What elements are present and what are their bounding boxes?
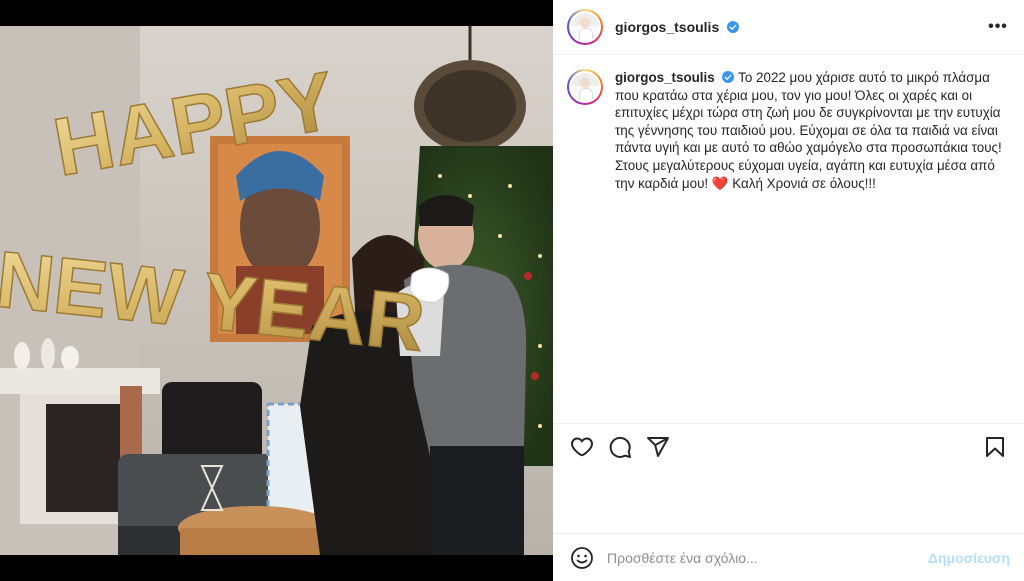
post-comment-button[interactable]: Δημοσίευση	[928, 550, 1010, 566]
post-header: giorgos_tsoulis •••	[553, 0, 1024, 55]
instagram-post-modal: HAPPY NEW YEAR giorgos_tsoulis ••• giorg…	[0, 0, 1024, 581]
post-side-panel: giorgos_tsoulis ••• giorgos_tsoulis Το 2…	[553, 0, 1024, 581]
save-button[interactable]	[980, 432, 1010, 462]
verified-badge-icon	[722, 71, 735, 83]
caption-author-avatar[interactable]	[567, 69, 603, 105]
author-username-text[interactable]: giorgos_tsoulis	[615, 19, 719, 35]
caption-username[interactable]: giorgos_tsoulis	[615, 70, 715, 85]
author-username[interactable]: giorgos_tsoulis	[615, 19, 740, 35]
caption-text: Το 2022 μου χάρισε αυτό το μικρό πλάσμα …	[615, 70, 1002, 191]
post-media[interactable]: HAPPY NEW YEAR	[0, 0, 553, 581]
comment-button[interactable]	[605, 432, 635, 462]
emoji-button[interactable]	[569, 545, 595, 571]
share-icon	[647, 437, 669, 457]
photo-illustration: HAPPY NEW YEAR	[0, 26, 553, 555]
verified-badge-icon	[727, 21, 740, 33]
comments-area: giorgos_tsoulis Το 2022 μου χάρισε αυτό …	[553, 55, 1024, 423]
comment-input[interactable]	[607, 549, 928, 566]
likes-area	[553, 470, 1024, 533]
heart-icon	[570, 437, 594, 457]
caption-tail: Καλή Χρονιά σε όλους!!!	[728, 175, 876, 191]
bookmark-icon	[986, 437, 1004, 457]
post-photo: HAPPY NEW YEAR	[0, 26, 553, 555]
like-button[interactable]	[567, 432, 597, 462]
author-avatar[interactable]	[567, 9, 603, 45]
emoji-icon	[571, 546, 593, 569]
more-options-icon[interactable]: •••	[986, 15, 1010, 39]
heart-emoji: ❤️	[711, 175, 729, 191]
post-caption: giorgos_tsoulis Το 2022 μου χάρισε αυτό …	[615, 69, 1010, 423]
comment-icon	[609, 436, 631, 458]
share-button[interactable]	[643, 432, 673, 462]
comment-composer: Δημοσίευση	[553, 533, 1024, 581]
post-actions	[553, 423, 1024, 470]
